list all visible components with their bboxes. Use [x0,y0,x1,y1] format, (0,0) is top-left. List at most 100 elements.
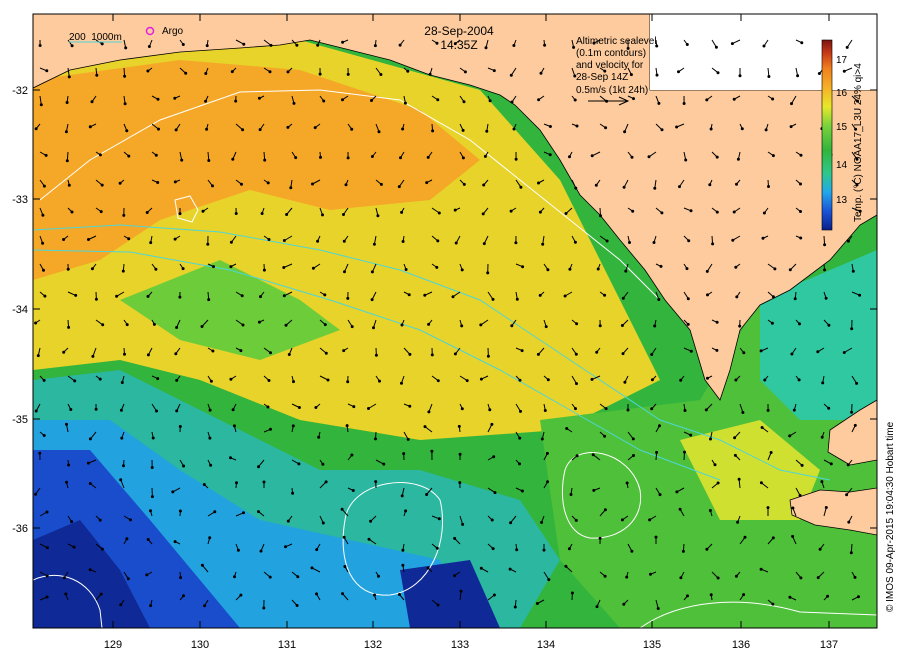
velocity-arrowhead [70,520,74,524]
velocity-arrowhead [289,186,293,190]
velocity-arrowhead [431,129,435,133]
velocity-arrowhead [520,349,524,353]
velocity-arrowhead [592,488,596,492]
velocity-arrowhead [232,424,236,428]
velocity-arrowhead [146,69,150,73]
velocity-arrowhead [734,265,738,269]
velocity-arrowhead [846,463,850,467]
velocity-arrowhead [156,377,160,381]
velocity-arrowhead [90,100,94,104]
velocity-arrowhead [716,481,720,485]
velocity-arrowhead [632,97,635,101]
velocity-arrowhead [398,593,401,596]
velocity-arrowhead [322,99,326,103]
velocity-arrowhead [735,182,738,186]
velocity-arrowhead [788,434,792,438]
velocity-arrowhead [45,69,49,73]
velocity-arrowhead [574,186,578,190]
velocity-arrowhead [292,101,296,105]
velocity-arrowhead [604,126,608,130]
velocity-arrowhead [286,125,290,129]
velocity-arrowhead [41,241,45,245]
velocity-arrowhead [231,408,235,412]
velocity-arrowhead [845,493,849,497]
velocity-arrowhead [181,43,185,46]
velocity-arrowhead [735,295,739,299]
velocity-arrowhead [521,265,525,269]
velocity-arrowhead [266,405,270,409]
velocity-arrowhead [122,213,126,217]
velocity-arrowhead [62,350,66,354]
velocity-note-line: 0.5m/s (1kt 24h) [576,85,648,96]
velocity-arrowhead [428,72,432,76]
velocity-arrowhead [518,378,522,382]
velocity-arrowhead [575,382,578,386]
velocity-arrowhead [98,153,102,157]
velocity-arrowhead [713,463,717,467]
velocity-arrowhead [738,74,742,78]
velocity-arrowhead [453,574,457,578]
velocity-arrowhead [42,378,46,382]
velocity-arrowhead [257,510,260,514]
velocity-arrowhead [650,407,654,411]
velocity-arrowhead [574,518,578,522]
velocity-arrowhead [38,44,42,47]
velocity-arrowhead [687,239,691,243]
velocity-arrowhead [150,466,154,469]
velocity-arrowhead [156,97,160,101]
velocity-arrowhead [764,128,768,132]
velocity-arrowhead [317,435,321,439]
velocity-arrowhead [736,520,740,524]
velocity-arrowhead [547,578,551,582]
velocity-arrowhead [821,381,825,385]
velocity-arrowhead [125,537,129,541]
velocity-arrowhead [742,351,746,355]
velocity-arrowhead [95,73,99,77]
velocity-arrowhead [282,294,286,298]
velocity-arrowhead [100,547,104,551]
velocity-arrowhead [115,294,119,298]
velocity-arrowhead [829,462,833,466]
velocity-arrowhead [175,378,179,382]
velocity-arrowhead [401,548,405,552]
velocity-arrowhead [454,241,458,245]
velocity-arrowhead [209,379,213,383]
velocity-arrowhead [461,522,465,526]
velocity-arrowhead [257,465,260,469]
velocity-arrowhead [88,482,92,485]
velocity-arrowhead [149,604,153,608]
velocity-arrowhead [656,607,660,610]
velocity-arrowhead [65,159,69,163]
velocity-arrowhead [315,548,319,552]
velocity-arrowhead [565,427,569,430]
velocity-arrowhead [178,425,182,428]
velocity-arrowhead [493,491,497,495]
velocity-arrowhead [342,349,346,353]
velocity-arrowhead [426,566,430,570]
velocity-arrowhead [482,242,486,246]
velocity-arrowhead [574,407,577,411]
velocity-arrowhead [816,350,820,354]
velocity-arrowhead [377,130,381,134]
lon-label: 129 [104,639,122,651]
velocity-arrowhead [341,98,344,102]
velocity-arrowhead [849,551,853,555]
velocity-arrowhead [350,325,354,329]
velocity-arrowhead [590,377,594,381]
velocity-arrowhead [759,481,763,485]
velocity-arrowhead [567,547,571,551]
velocity-arrowhead [376,214,380,218]
velocity-arrowhead [512,44,516,47]
velocity-arrowhead [352,405,356,409]
colorbar-tick-label: 14 [836,160,848,171]
velocity-arrowhead [788,595,792,599]
velocity-arrowhead [518,462,521,466]
velocity-arrowhead [771,295,775,299]
velocity-arrowhead [44,153,48,157]
velocity-arrowhead [310,566,314,570]
velocity-arrowhead [453,352,457,356]
velocity-arrowhead [351,489,355,492]
velocity-arrowhead [625,575,629,579]
velocity-arrowhead [791,534,795,538]
velocity-arrowhead [321,213,324,217]
